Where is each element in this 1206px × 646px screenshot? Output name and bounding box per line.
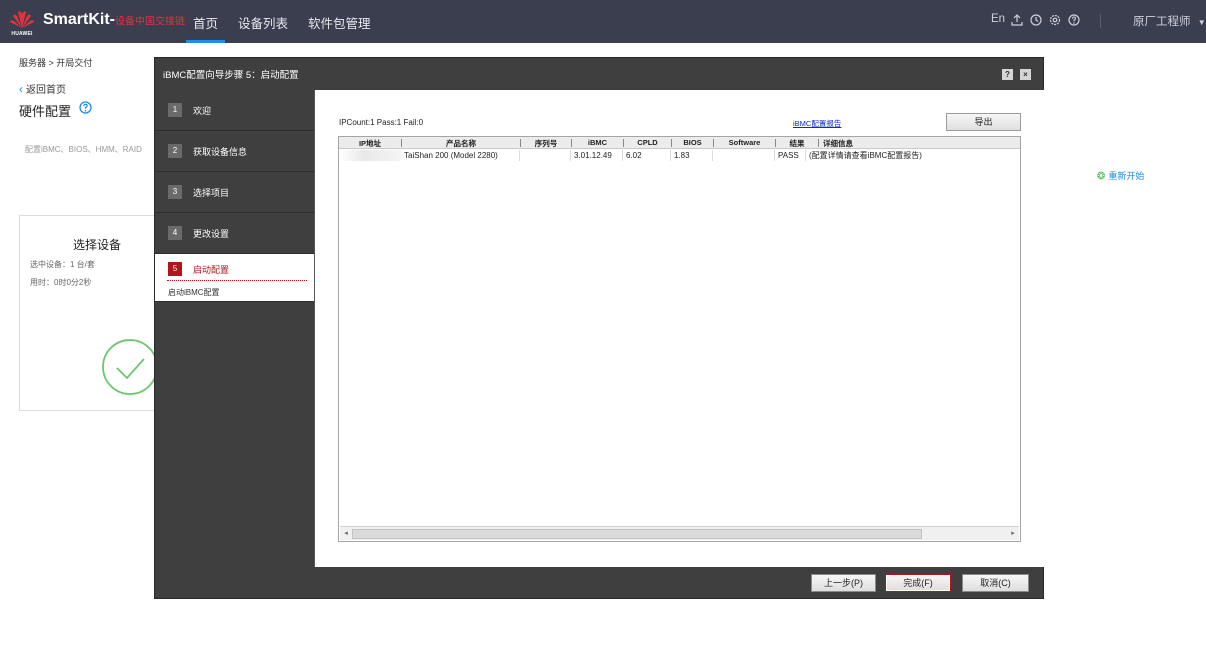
cancel-button[interactable]: 取消(C): [962, 574, 1029, 592]
top-navigation-bar: HUAWEI SmartKit-设备中国交接链 首页 设备列表 软件包管理 En…: [0, 0, 1206, 43]
nav-active-indicator: [186, 40, 225, 43]
wizard-step-start-config[interactable]: 5 启动配置 启动iBMC配置: [155, 254, 314, 302]
step-number: 4: [168, 226, 182, 240]
cell-cpld: 6.02: [623, 150, 671, 161]
wizard-steps: 1 欢迎 2 获取设备信息 3 选择项目 4 更改设置 5 启动配置 启动iBM…: [155, 90, 314, 567]
scrollbar-thumb[interactable]: [352, 529, 922, 539]
wizard-step-welcome[interactable]: 1 欢迎: [155, 90, 314, 131]
step-sublabel: 启动iBMC配置: [168, 288, 220, 297]
column-header-product: 产品名称: [446, 139, 476, 148]
column-header-serial: 序列号: [534, 139, 558, 148]
help-icon[interactable]: [1068, 14, 1080, 26]
topbar-divider: [1100, 14, 1101, 28]
success-check-icon: [102, 339, 158, 395]
elapsed-time-text: 用时：0时0分2秒: [30, 278, 92, 287]
step-number: 2: [168, 144, 182, 158]
chevron-left-icon: ‹: [19, 82, 23, 96]
restart-link[interactable]: ❂ 重新开始: [1097, 169, 1144, 182]
dialog-close-button[interactable]: ×: [1020, 69, 1031, 80]
refresh-icon: ❂: [1097, 171, 1106, 182]
user-name: 原厂工程师: [1133, 16, 1191, 28]
cell-bios: 1.83: [671, 150, 713, 161]
table-row[interactable]: TaiShan 200 (Model 2280) 3.01.12.49 6.02…: [339, 150, 1020, 161]
device-selection-card: 选择设备 选中设备：1 台/套 用时：0时0分2秒: [19, 215, 158, 411]
step-label: 启动配置: [193, 265, 230, 275]
column-header-cpld: CPLD: [637, 138, 658, 147]
column-header-result: 结果: [789, 139, 805, 148]
ibmc-report-link[interactable]: iBMC配置报告: [793, 118, 841, 129]
step-number: 3: [168, 185, 182, 199]
cell-software: [713, 150, 775, 161]
column-header-ibmc: iBMC: [587, 138, 608, 147]
huawei-logo-text: HUAWEI: [11, 31, 33, 37]
question-circle-icon[interactable]: [79, 101, 92, 114]
huawei-logo-icon: HUAWEI: [7, 8, 37, 37]
wizard-step-select-items[interactable]: 3 选择项目: [155, 172, 314, 213]
horizontal-scrollbar[interactable]: ◂ ▸: [340, 526, 1019, 540]
breadcrumb: 服务器 > 开局交付: [19, 58, 93, 68]
ibmc-wizard-dialog: iBMC配置向导步骤 5：启动配置 ? × 1 欢迎 2 获取设备信息 3 选择…: [154, 57, 1044, 599]
restart-label: 重新开始: [1108, 171, 1145, 181]
ip-address-redacted: [339, 150, 401, 161]
step-label: 欢迎: [193, 106, 212, 116]
brand-subtitle: 设备中国交接链: [115, 16, 186, 28]
column-header-software: Software: [728, 138, 761, 147]
settings-icon[interactable]: [1049, 14, 1061, 26]
app-brand: SmartKit-设备中国交接链: [43, 11, 185, 29]
step-label: 选择项目: [193, 188, 230, 198]
wizard-step-get-device-info[interactable]: 2 获取设备信息: [155, 131, 314, 172]
cell-result: PASS: [775, 150, 806, 161]
step-number: 5: [168, 262, 182, 276]
back-home-link[interactable]: ‹ 返回首页: [19, 81, 66, 96]
scroll-left-arrow-icon[interactable]: ◂: [340, 527, 352, 540]
cell-product: TaiShan 200 (Model 2280): [401, 150, 520, 161]
page-title: 硬件配置: [19, 104, 72, 119]
wizard-step-change-settings[interactable]: 4 更改设置: [155, 213, 314, 254]
clock-icon[interactable]: [1030, 14, 1042, 26]
result-summary: IPCount:1 Pass:1 Fail:0: [339, 118, 424, 127]
page-description: 配置iBMC、BIOS、HMM、RAID: [25, 145, 142, 154]
step-label: 获取设备信息: [193, 147, 248, 157]
cell-detail: (配置详情请查看iBMC配置报告): [809, 151, 922, 160]
column-header-bios: BIOS: [683, 138, 702, 147]
column-header-ip: IP地址: [358, 139, 382, 148]
nav-device-list[interactable]: 设备列表: [238, 13, 288, 32]
step-divider: [167, 280, 307, 281]
finish-button[interactable]: 完成(F): [885, 574, 951, 592]
column-header-detail: 详细信息: [823, 139, 853, 148]
nav-package-management[interactable]: 软件包管理: [308, 13, 371, 32]
previous-step-button[interactable]: 上一步(P): [811, 574, 876, 592]
scroll-right-arrow-icon[interactable]: ▸: [1007, 527, 1019, 540]
back-home-label: 返回首页: [26, 85, 66, 96]
language-switch[interactable]: En: [991, 13, 1005, 25]
upload-icon[interactable]: [1011, 14, 1023, 26]
step-number: 1: [168, 103, 182, 117]
selected-devices-text: 选中设备：1 台/套: [30, 260, 95, 269]
wizard-content: IPCount:1 Pass:1 Fail:0 iBMC配置报告 导出 IP地址…: [314, 90, 1044, 567]
export-button[interactable]: 导出: [946, 113, 1021, 131]
result-table: IP地址 产品名称 序列号 iBMC CPLD BIOS Software 结果…: [338, 136, 1021, 542]
cell-serial: [520, 150, 571, 161]
table-header: IP地址 产品名称 序列号 iBMC CPLD BIOS Software 结果…: [339, 137, 1020, 149]
user-menu[interactable]: 原厂工程师 ▼: [1133, 13, 1206, 29]
dialog-help-button[interactable]: ?: [1002, 69, 1013, 80]
dialog-title: iBMC配置向导步骤 5：启动配置: [163, 70, 299, 81]
card-title: 选择设备: [73, 238, 122, 252]
cell-ibmc: 3.01.12.49: [571, 150, 623, 161]
step-label: 更改设置: [193, 229, 230, 239]
chevron-down-icon: ▼: [1197, 18, 1206, 27]
nav-home[interactable]: 首页: [193, 13, 218, 32]
brand-name: SmartKit-: [43, 11, 116, 28]
